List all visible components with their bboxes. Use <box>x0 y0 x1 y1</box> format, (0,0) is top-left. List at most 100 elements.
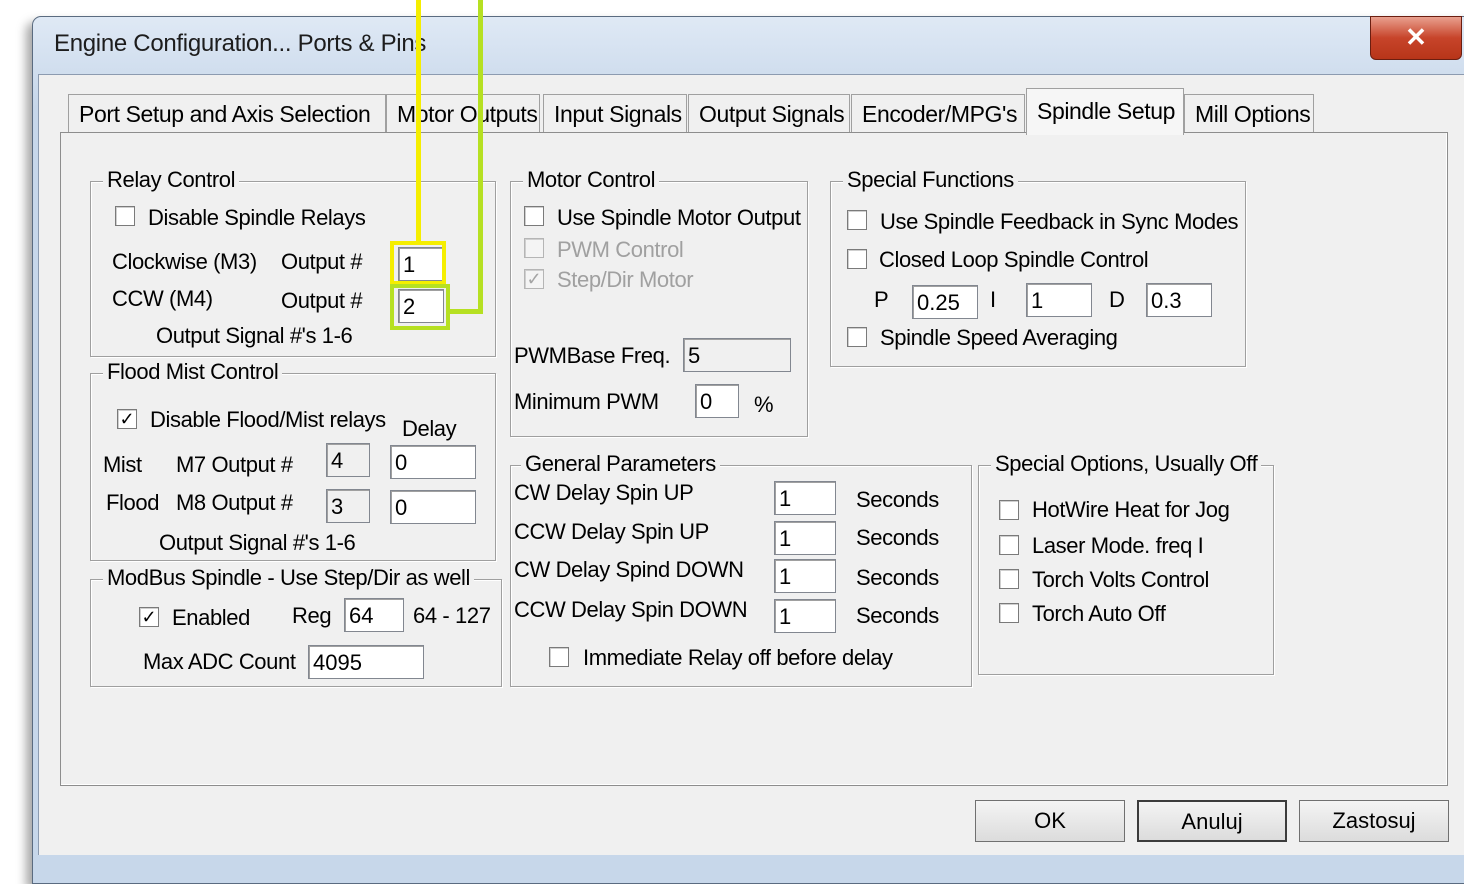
tab-output-signals[interactable]: Output Signals <box>688 94 850 133</box>
laser-mode-checkbox[interactable] <box>999 535 1019 555</box>
special-options-title: Special Options, Usually Off <box>991 451 1262 477</box>
apply-button[interactable]: Zastosuj <box>1299 800 1449 842</box>
p-label: P <box>874 287 889 312</box>
modbus-enabled-label: Enabled <box>172 605 250 630</box>
cw-spin-up-input[interactable]: 1 <box>774 481 836 515</box>
hotwire-heat-label: HotWire Heat for Jog <box>1032 497 1230 522</box>
ccw-spin-down-input[interactable]: 1 <box>774 599 836 633</box>
speed-averaging-checkbox[interactable] <box>847 327 867 347</box>
disable-flood-mist-checkbox[interactable]: ✓ <box>117 409 137 429</box>
seconds-label: Seconds <box>856 525 939 550</box>
tab-mill-options[interactable]: Mill Options <box>1184 94 1314 133</box>
d-label: D <box>1109 287 1125 312</box>
percent-label: % <box>754 392 774 417</box>
tab-spindle-setup[interactable]: Spindle Setup <box>1026 88 1184 135</box>
relay-control-title: Relay Control <box>103 167 240 193</box>
laser-mode-label: Laser Mode. freq I <box>1032 533 1204 558</box>
disable-flood-mist-label: Disable Flood/Mist relays <box>150 407 386 432</box>
use-spindle-motor-label: Use Spindle Motor Output <box>557 205 801 230</box>
cw-spin-down-label: CW Delay Spind DOWN <box>514 557 744 582</box>
i-input[interactable]: 1 <box>1026 283 1092 317</box>
torch-volts-label: Torch Volts Control <box>1032 567 1210 592</box>
tab-label: Spindle Setup <box>1037 98 1176 124</box>
tab-port-setup[interactable]: Port Setup and Axis Selection <box>68 94 386 133</box>
cw-output-input[interactable]: 1 <box>398 247 444 281</box>
torch-auto-off-label: Torch Auto Off <box>1032 601 1166 626</box>
tab-input-signals[interactable]: Input Signals <box>543 94 687 133</box>
checkmark-icon: ✓ <box>119 409 135 429</box>
cw-output-label: Output # <box>281 249 363 274</box>
disable-spindle-relays-label: Disable Spindle Relays <box>148 205 366 230</box>
minimum-pwm-input[interactable]: 0 <box>695 384 739 418</box>
seconds-label: Seconds <box>856 603 939 628</box>
minimum-pwm-label: Minimum PWM <box>514 389 659 414</box>
ok-button[interactable]: OK <box>975 800 1125 842</box>
special-functions-title: Special Functions <box>843 167 1018 193</box>
tab-label: Input Signals <box>554 101 682 127</box>
closed-loop-label: Closed Loop Spindle Control <box>879 247 1149 272</box>
immediate-relay-label: Immediate Relay off before delay <box>583 645 893 670</box>
flood-output-note: Output Signal #'s 1-6 <box>159 530 356 555</box>
flood-delay-input[interactable]: 0 <box>390 490 476 524</box>
flood-mist-title: Flood Mist Control <box>103 359 283 385</box>
torch-auto-off-checkbox[interactable] <box>999 603 1019 623</box>
general-parameters-title: General Parameters <box>521 451 720 477</box>
max-adc-input[interactable]: 4095 <box>308 645 424 679</box>
pwm-base-freq-label: PWMBase Freq. <box>514 343 671 368</box>
flood-label: Flood <box>106 490 160 515</box>
torch-volts-checkbox[interactable] <box>999 569 1019 589</box>
pwm-base-freq-input[interactable]: 5 <box>683 338 791 372</box>
relay-output-note: Output Signal #'s 1-6 <box>156 323 353 348</box>
motor-control-title: Motor Control <box>523 167 660 193</box>
m8-output-input[interactable]: 3 <box>326 489 370 523</box>
use-spindle-motor-checkbox[interactable] <box>524 206 544 226</box>
ccw-spin-down-label: CCW Delay Spin DOWN <box>514 597 748 622</box>
cw-spin-down-input[interactable]: 1 <box>774 559 836 593</box>
mist-delay-input[interactable]: 0 <box>390 445 476 479</box>
cw-spin-up-label: CW Delay Spin UP <box>514 480 694 505</box>
stepdir-motor-label: Step/Dir Motor <box>557 267 694 292</box>
mist-label: Mist <box>103 452 142 477</box>
close-icon: ✕ <box>1405 22 1427 52</box>
m7-output-label: M7 Output # <box>176 452 293 477</box>
window-title: Engine Configuration... Ports & Pins <box>54 30 427 57</box>
p-input[interactable]: 0.25 <box>912 285 978 319</box>
reg-input[interactable]: 64 <box>344 598 404 632</box>
d-input[interactable]: 0.3 <box>1146 283 1212 317</box>
disable-spindle-relays-checkbox[interactable] <box>115 206 135 226</box>
immediate-relay-checkbox[interactable] <box>549 647 569 667</box>
speed-averaging-label: Spindle Speed Averaging <box>880 325 1118 350</box>
ccw-spin-up-input[interactable]: 1 <box>774 521 836 555</box>
tab-label: Motor Outputs <box>397 101 538 127</box>
cancel-button[interactable]: Anuluj <box>1137 800 1287 842</box>
reg-range-label: 64 - 127 <box>413 603 491 628</box>
checkmark-icon: ✓ <box>526 269 542 289</box>
stepdir-motor-checkbox[interactable]: ✓ <box>524 269 544 289</box>
ccw-spin-up-label: CCW Delay Spin UP <box>514 519 709 544</box>
ccw-label: CCW (M4) <box>112 286 213 311</box>
reg-label: Reg <box>292 603 332 628</box>
modbus-title: ModBus Spindle - Use Step/Dir as well <box>103 565 475 591</box>
m7-output-input[interactable]: 4 <box>326 443 370 477</box>
tab-encoder-mpg[interactable]: Encoder/MPG's <box>851 94 1025 133</box>
tab-motor-outputs[interactable]: Motor Outputs <box>386 94 540 133</box>
delay-label: Delay <box>402 416 457 441</box>
closed-loop-checkbox[interactable] <box>847 249 867 269</box>
checkmark-icon: ✓ <box>141 607 157 627</box>
ccw-output-input[interactable]: 2 <box>398 289 444 323</box>
seconds-label: Seconds <box>856 565 939 590</box>
max-adc-label: Max ADC Count <box>143 649 296 674</box>
tab-label: Encoder/MPG's <box>862 101 1018 127</box>
spindle-feedback-label: Use Spindle Feedback in Sync Modes <box>880 209 1238 234</box>
m8-output-label: M8 Output # <box>176 490 293 515</box>
tab-label: Port Setup and Axis Selection <box>79 101 371 127</box>
i-label: I <box>990 287 996 312</box>
pwm-control-label: PWM Control <box>557 237 684 262</box>
close-button[interactable]: ✕ <box>1370 16 1462 60</box>
tab-label: Mill Options <box>1195 101 1311 127</box>
seconds-label: Seconds <box>856 487 939 512</box>
hotwire-heat-checkbox[interactable] <box>999 500 1019 520</box>
pwm-control-checkbox[interactable] <box>524 238 544 258</box>
modbus-enabled-checkbox[interactable]: ✓ <box>139 607 159 627</box>
spindle-feedback-checkbox[interactable] <box>847 210 867 230</box>
